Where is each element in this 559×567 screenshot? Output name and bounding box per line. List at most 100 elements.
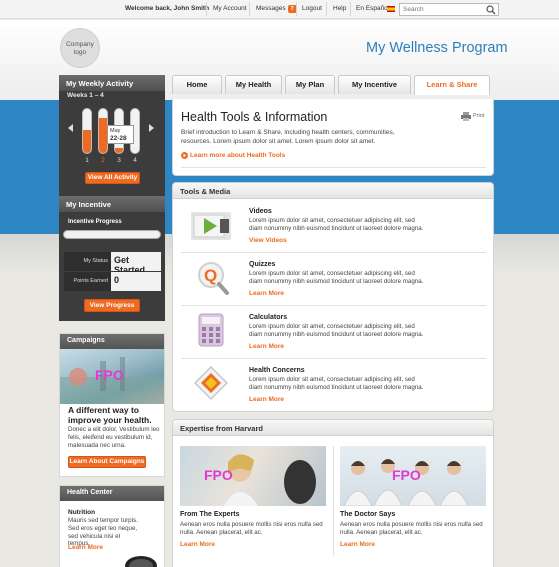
messages-link[interactable]: Messages 7 bbox=[256, 5, 297, 13]
fpo-placeholder: FPO bbox=[204, 467, 233, 483]
experts-image: FPO bbox=[180, 446, 326, 506]
tools-media-title: Tools & Media bbox=[173, 183, 493, 199]
fpo-placeholder: FPO bbox=[95, 367, 124, 383]
divider bbox=[181, 305, 486, 306]
week-tooltip: May 22-28 bbox=[107, 125, 134, 144]
tool-description: Lorem ipsum dolor sit amet, consectetuer… bbox=[249, 323, 424, 338]
activity-bar-fill bbox=[99, 118, 107, 153]
svg-text:Q: Q bbox=[204, 266, 217, 285]
company-logo[interactable]: Company logo bbox=[60, 28, 100, 68]
chevron-right-icon[interactable] bbox=[149, 124, 155, 134]
tool-link[interactable]: Learn More bbox=[249, 343, 284, 350]
harvard-card-description: Aenean eros nulla posuere mollis nisi er… bbox=[180, 521, 323, 536]
harvard-card-link[interactable]: Learn More bbox=[340, 541, 375, 548]
activity-bar-week-1[interactable] bbox=[82, 108, 92, 154]
tab-my-plan[interactable]: My Plan bbox=[285, 75, 335, 94]
tool-description: Lorem ipsum dolor sit amet, consectetuer… bbox=[249, 217, 424, 232]
status-table: My Status Get Started Points Earned 0 bbox=[64, 252, 161, 292]
week-number: 3 bbox=[117, 157, 121, 164]
fpo-placeholder: FPO bbox=[392, 467, 421, 483]
weeks-range: Weeks 1 – 4 bbox=[67, 92, 104, 99]
harvard-card-title: From The Experts bbox=[180, 511, 240, 518]
tool-description: Lorem ipsum dolor sit amet, consectetuer… bbox=[249, 270, 424, 285]
divider bbox=[333, 446, 334, 556]
activity-bar-fill bbox=[115, 148, 123, 153]
campaign-image: FPO bbox=[60, 349, 164, 404]
divider bbox=[296, 2, 297, 16]
health-concerns-icon[interactable] bbox=[189, 365, 233, 403]
tool-link[interactable]: View Videos bbox=[249, 237, 287, 244]
calculator-icon[interactable] bbox=[189, 312, 233, 350]
nutrition-scale-icon bbox=[122, 548, 160, 567]
divider bbox=[326, 2, 327, 16]
search-field[interactable] bbox=[399, 3, 499, 16]
tooltip-month: May bbox=[110, 128, 121, 134]
quiz-magnifier-icon[interactable]: Q bbox=[189, 259, 233, 297]
doctors-image: FPO bbox=[340, 446, 486, 506]
tab-my-health[interactable]: My Health bbox=[225, 75, 282, 94]
video-play-icon[interactable] bbox=[189, 206, 233, 244]
divider bbox=[181, 358, 486, 359]
weekly-activity-title: My Weekly Activity bbox=[59, 75, 165, 91]
harvard-card-description: Aenean eros nulla posuere mollis nisi er… bbox=[340, 521, 483, 536]
incentive-progress-label: Incentive Progress bbox=[68, 219, 122, 225]
arrow-circle-icon bbox=[181, 152, 188, 161]
campaign-body: Donec a elit dolor. Vestibulum leo felis… bbox=[68, 426, 160, 449]
points-row: Points Earned 0 bbox=[64, 272, 161, 291]
incentive-title: My Incentive bbox=[59, 196, 165, 212]
search-input[interactable] bbox=[400, 4, 482, 15]
health-center-learn-more-link[interactable]: Learn More bbox=[68, 544, 103, 551]
week-number: 4 bbox=[133, 157, 137, 164]
tool-link[interactable]: Learn More bbox=[249, 396, 284, 403]
spain-flag-icon bbox=[387, 6, 395, 12]
welcome-text: Welcome back, John Smith bbox=[125, 5, 210, 12]
tool-title: Quizzes bbox=[249, 261, 276, 268]
help-link[interactable]: Help bbox=[333, 5, 346, 12]
program-title: My Wellness Program bbox=[366, 40, 508, 56]
campaign-headline: A different way to improve your health. bbox=[68, 405, 152, 425]
health-center-item-title: Nutrition bbox=[68, 509, 96, 516]
divider bbox=[181, 252, 486, 253]
learn-about-campaigns-button[interactable]: Learn About Campaigns bbox=[68, 456, 146, 468]
tab-learn-and-share[interactable]: Learn & Share bbox=[414, 75, 490, 95]
tool-title: Calculators bbox=[249, 314, 288, 321]
points-value: 0 bbox=[111, 272, 161, 291]
activity-bar-fill bbox=[83, 130, 91, 153]
tooltip-days: 22-28 bbox=[110, 135, 127, 142]
tools-media-card: Tools & Media Videos Lorem ipsum dolor s… bbox=[172, 182, 494, 412]
tool-description: Lorem ipsum dolor sit amet, consectetuer… bbox=[249, 376, 424, 391]
harvard-title: Expertise from Harvard bbox=[173, 420, 493, 436]
messages-label: Messages bbox=[256, 5, 286, 12]
divider bbox=[249, 2, 250, 16]
campaigns-title: Campaigns bbox=[60, 334, 164, 349]
health-center-title: Health Center bbox=[60, 486, 164, 501]
divider bbox=[206, 2, 207, 16]
status-label: My Status bbox=[64, 252, 111, 271]
tab-my-incentive[interactable]: My Incentive bbox=[338, 75, 411, 94]
harvard-card-title: The Doctor Says bbox=[340, 511, 396, 518]
tool-title: Health Concerns bbox=[249, 367, 305, 374]
tab-home[interactable]: Home bbox=[172, 75, 222, 94]
campaigns-panel: Campaigns FPO A different way to improve… bbox=[59, 333, 165, 477]
learn-more-health-tools-link[interactable]: Learn more about Health Tools bbox=[190, 152, 285, 159]
view-all-activity-button[interactable]: View All Activity bbox=[85, 172, 140, 184]
incentive-progress-bar bbox=[63, 230, 161, 239]
language-link[interactable]: En Español bbox=[356, 5, 389, 12]
tool-link[interactable]: Learn More bbox=[249, 290, 284, 297]
status-row: My Status Get Started bbox=[64, 252, 161, 275]
week-number: 2 bbox=[101, 157, 105, 164]
health-tools-card: Health Tools & Information Print Brief i… bbox=[172, 99, 494, 176]
print-icon[interactable] bbox=[461, 112, 471, 123]
top-bar: Welcome back, John Smith My Account Mess… bbox=[0, 0, 559, 19]
view-progress-button[interactable]: View Progress bbox=[84, 299, 140, 312]
search-icon[interactable] bbox=[486, 5, 496, 17]
chevron-left-icon[interactable] bbox=[68, 124, 74, 134]
print-link[interactable]: Print bbox=[473, 113, 484, 119]
my-account-link[interactable]: My Account bbox=[213, 5, 247, 12]
logout-link[interactable]: Logout bbox=[302, 5, 322, 12]
week-number: 1 bbox=[85, 157, 89, 164]
status-value: Get Started bbox=[111, 252, 161, 275]
harvard-card: Expertise from Harvard FPO From The Expe… bbox=[172, 419, 494, 567]
divider bbox=[350, 2, 351, 16]
harvard-card-link[interactable]: Learn More bbox=[180, 541, 215, 548]
